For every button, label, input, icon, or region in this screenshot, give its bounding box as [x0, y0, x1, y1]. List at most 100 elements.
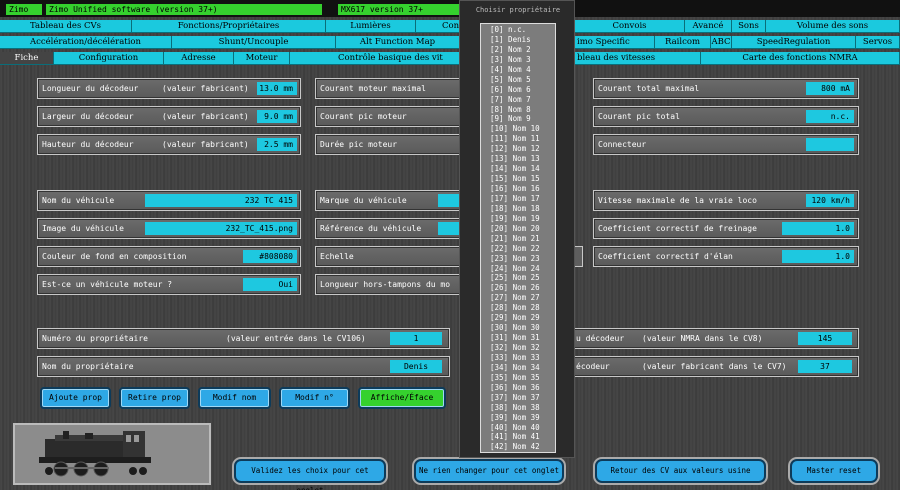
longueur-value[interactable]: 13.0 mm: [257, 82, 297, 95]
tab-sons[interactable]: Sons: [732, 20, 766, 33]
owner-list-item[interactable]: [0] n.c.: [490, 25, 555, 35]
field-reference: Référence du véhicule: [315, 218, 465, 239]
tab-fonctions[interactable]: Fonctions/Propriétaires: [132, 20, 326, 33]
nom-proprietaire-value[interactable]: Denis: [390, 360, 442, 373]
field-sublabel: (valeur fabricant): [162, 140, 249, 149]
tab-convois[interactable]: Convois: [575, 20, 685, 33]
master-reset-button[interactable]: Master reset: [790, 459, 878, 483]
owner-list-item[interactable]: [14] Nom 14: [490, 164, 555, 174]
owner-list-item[interactable]: [21] Nom 21: [490, 234, 555, 244]
connecteur-value[interactable]: [806, 138, 854, 151]
owner-list-item[interactable]: [28] Nom 28: [490, 303, 555, 313]
largeur-value[interactable]: 9.0 mm: [257, 110, 297, 123]
courant-total-value[interactable]: 800 mA: [806, 82, 854, 95]
owner-list-item[interactable]: [24] Nom 24: [490, 264, 555, 274]
tab-lumieres[interactable]: Lumières: [326, 20, 416, 33]
tab-adresse[interactable]: Adresse: [164, 52, 234, 65]
owner-list-item[interactable]: [31] Nom 31: [490, 333, 555, 343]
tab-railcom[interactable]: Railcom: [655, 36, 711, 49]
owner-list-item[interactable]: [34] Nom 34: [490, 363, 555, 373]
retour-usine-button[interactable]: Retour des CV aux valeurs usine: [595, 459, 766, 483]
owner-list-item[interactable]: [41] Nom 41: [490, 432, 555, 442]
nom-vehicule-value[interactable]: 232 TC 415: [145, 194, 297, 207]
vitesse-max-value[interactable]: 120 km/h: [806, 194, 854, 207]
owner-list-item[interactable]: [5] Nom 5: [490, 75, 555, 85]
owner-list-item[interactable]: [25] Nom 25: [490, 273, 555, 283]
ajoute-prop-button[interactable]: Ajoute prop: [40, 387, 111, 409]
tab-controle-basique[interactable]: Contrôle basique des vit: [290, 52, 460, 65]
coef-elan-value[interactable]: 1.0: [782, 250, 854, 263]
tab-tableau-vitesses[interactable]: bleau des vitesses: [575, 52, 701, 65]
tab-tableau-cvs[interactable]: Tableau des CVs: [0, 20, 132, 33]
owner-list-item[interactable]: [12] Nom 12: [490, 144, 555, 154]
field-sublabel: (valeur fabricant dans le CV7): [642, 362, 787, 371]
tab-carte-fonctions[interactable]: Carte des fonctions NMRA: [701, 52, 900, 65]
tab-fiche[interactable]: Fiche: [0, 52, 54, 65]
retire-prop-button[interactable]: Retire prop: [119, 387, 190, 409]
owner-list-item[interactable]: [18] Nom 18: [490, 204, 555, 214]
owner-list-item[interactable]: [6] Nom 6: [490, 85, 555, 95]
tab-alt-function-map[interactable]: Alt Function Map: [336, 36, 460, 49]
tab-zimo-specific[interactable]: imo Specific: [575, 36, 655, 49]
tab-con[interactable]: Con: [416, 20, 460, 33]
owner-list-item[interactable]: [26] Nom 26: [490, 283, 555, 293]
owner-list-item[interactable]: [38] Nom 38: [490, 403, 555, 413]
owner-list-item[interactable]: [30] Nom 30: [490, 323, 555, 333]
affiche-efface-button[interactable]: Affiche/Éface: [358, 387, 446, 409]
owner-list-item[interactable]: [35] Nom 35: [490, 373, 555, 383]
tab-abc[interactable]: ABC: [711, 36, 732, 49]
owner-list-item[interactable]: [7] Nom 7: [490, 95, 555, 105]
hauteur-value[interactable]: 2.5 mm: [257, 138, 297, 151]
owner-list-item[interactable]: [17] Nom 17: [490, 194, 555, 204]
coef-freinage-value[interactable]: 1.0: [782, 222, 854, 235]
tab-servos[interactable]: Servos: [856, 36, 900, 49]
tab-speed-regulation[interactable]: SpeedRegulation: [732, 36, 856, 49]
field-image-vehicule: Image du véhicule 232_TC_415.png: [37, 218, 301, 239]
owner-list-item[interactable]: [23] Nom 23: [490, 254, 555, 264]
owner-list-item[interactable]: [37] Nom 37: [490, 393, 555, 403]
owner-list[interactable]: [0] n.c. [1] Denis [2] Nom 2 [3] Nom 3 [4] N…: [480, 23, 556, 453]
owner-list-item[interactable]: [3] Nom 3: [490, 55, 555, 65]
tab-volume-sons[interactable]: Volume des sons: [766, 20, 900, 33]
owner-list-item[interactable]: [4] Nom 4: [490, 65, 555, 75]
vehicle-image: [13, 423, 211, 485]
tab-moteur[interactable]: Moteur: [234, 52, 290, 65]
field-marque: Marque du véhicule: [315, 190, 465, 211]
owner-list-item[interactable]: [36] Nom 36: [490, 383, 555, 393]
cv8-value[interactable]: 145: [798, 332, 852, 345]
tab-acceleration[interactable]: Accélération/décélération: [0, 36, 172, 49]
owner-list-item[interactable]: [32] Nom 32: [490, 343, 555, 353]
valider-onglet-button[interactable]: Validez les choix pour cet onglet: [234, 459, 386, 490]
courant-pic-total-value[interactable]: n.c.: [806, 110, 854, 123]
owner-list-item[interactable]: [22] Nom 22: [490, 244, 555, 254]
owner-list-item[interactable]: [16] Nom 16: [490, 184, 555, 194]
owner-list-item[interactable]: [15] Nom 15: [490, 174, 555, 184]
owner-list-item[interactable]: [33] Nom 33: [490, 353, 555, 363]
vehicule-moteur-value[interactable]: Oui: [243, 278, 297, 291]
owner-list-item[interactable]: [27] Nom 27: [490, 293, 555, 303]
owner-list-item[interactable]: [10] Nom 10: [490, 124, 555, 134]
owner-list-item[interactable]: [42] Nom 42: [490, 442, 555, 452]
couleur-fond-value[interactable]: #808080: [243, 250, 297, 263]
modif-numero-button[interactable]: Modif n°: [279, 387, 350, 409]
owner-list-item[interactable]: [9] Nom 9: [490, 114, 555, 124]
tab-shunt[interactable]: Shunt/Uncouple: [172, 36, 336, 49]
owner-list-item[interactable]: [11] Nom 11: [490, 134, 555, 144]
owner-list-item[interactable]: [8] Nom 8: [490, 105, 555, 115]
image-vehicule-value[interactable]: 232_TC_415.png: [145, 222, 297, 235]
owner-list-item[interactable]: [29] Nom 29: [490, 313, 555, 323]
owner-list-item[interactable]: [1] Denis: [490, 35, 555, 45]
owner-list-item[interactable]: [13] Nom 13: [490, 154, 555, 164]
modif-nom-button[interactable]: Modif nom: [198, 387, 271, 409]
numero-proprietaire-value[interactable]: 1: [390, 332, 442, 345]
owner-list-item[interactable]: [39] Nom 39: [490, 413, 555, 423]
tab-configuration[interactable]: Configuration: [54, 52, 164, 65]
tab-avance[interactable]: Avancé: [685, 20, 732, 33]
owner-list-item[interactable]: [19] Nom 19: [490, 214, 555, 224]
owner-list-item[interactable]: [20] Nom 20: [490, 224, 555, 234]
owner-list-item[interactable]: [40] Nom 40: [490, 423, 555, 433]
ne-rien-changer-button[interactable]: Ne rien changer pour cet onglet: [414, 459, 564, 483]
cv7-value[interactable]: 37: [798, 360, 852, 373]
owner-list-item[interactable]: [2] Nom 2: [490, 45, 555, 55]
field-sublabel: (valeur entrée dans le CV106): [226, 334, 366, 343]
